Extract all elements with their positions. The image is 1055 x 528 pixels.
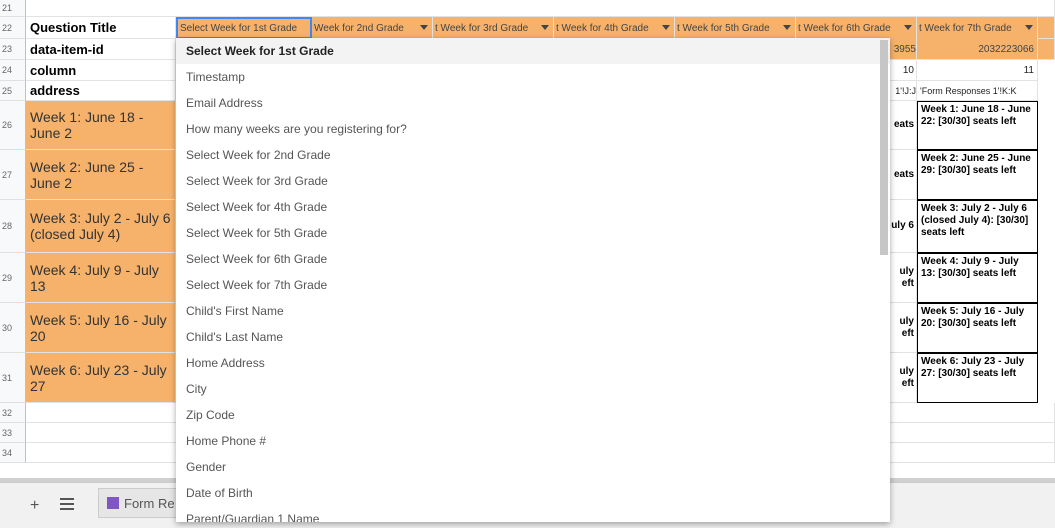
dropdown-arrow-icon[interactable] <box>662 25 670 30</box>
dropdown-item[interactable]: Select Week for 5th Grade <box>176 220 890 246</box>
dropdown-item[interactable]: Email Address <box>176 90 890 116</box>
dropdown-item[interactable]: Child's Last Name <box>176 324 890 350</box>
column-header-grade-2[interactable]: Week for 2nd Grade <box>312 17 433 39</box>
week-row-cell[interactable]: Week 4: July 9 - July 13 <box>26 253 176 303</box>
dropdown-item[interactable]: Select Week for 4th Grade <box>176 194 890 220</box>
column-header-grade-6[interactable]: t Week for 6th Grade <box>796 17 917 39</box>
header-label: Week for 2nd Grade <box>314 22 404 34</box>
dropdown-arrow-icon[interactable] <box>783 25 791 30</box>
row-number[interactable]: 23 <box>0 39 26 60</box>
dropdown-item[interactable]: Select Week for 6th Grade <box>176 246 890 272</box>
dropdown-item[interactable]: Select Week for 2nd Grade <box>176 142 890 168</box>
label-column[interactable]: column <box>26 60 176 81</box>
column-dropdown-menu: Select Week for 1st Grade Timestamp Emai… <box>176 38 890 522</box>
dropdown-item[interactable]: Parent/Guardian 1 Name <box>176 506 890 522</box>
week-seats-cell[interactable]: Week 3: July 2 - July 6 (closed July 4):… <box>917 200 1038 253</box>
header-label: t Week for 7th Grade <box>919 22 1012 34</box>
dropdown-item[interactable]: How many weeks are you registering for? <box>176 116 890 142</box>
week-seats-cell[interactable]: Week 4: July 9 - July 13: [30/30] seats … <box>917 253 1038 303</box>
data-item-id-value[interactable]: 2032223066 <box>917 39 1038 60</box>
row-number[interactable]: 21 <box>0 0 26 17</box>
dropdown-item[interactable]: Gender <box>176 454 890 480</box>
label-data-item-id[interactable]: data-item-id <box>26 39 176 60</box>
form-icon <box>107 497 119 509</box>
week-seats-cell[interactable]: Week 5: July 16 - July 20: [30/30] seats… <box>917 303 1038 353</box>
dropdown-item[interactable]: City <box>176 376 890 402</box>
partial-cell[interactable]: uly eft <box>890 303 917 353</box>
row-number[interactable]: 22 <box>0 17 26 39</box>
partial-cell[interactable]: eats <box>890 101 917 150</box>
address-value-partial[interactable]: 1'!J:J <box>890 81 917 101</box>
dropdown-arrow-icon[interactable] <box>541 25 549 30</box>
header-label: t Week for 5th Grade <box>677 22 770 34</box>
partial-text: eft <box>901 277 914 289</box>
week-row-cell[interactable]: Week 6: July 23 - July 27 <box>26 353 176 403</box>
dropdown-item[interactable]: Zip Code <box>176 402 890 428</box>
row-number[interactable]: 25 <box>0 81 26 101</box>
week-row-cell[interactable]: Week 5: July 16 - July 20 <box>26 303 176 353</box>
column-header-grade-3[interactable]: t Week for 3rd Grade <box>433 17 554 39</box>
dropdown-scrollbar[interactable] <box>880 40 888 255</box>
column-header-grade-4[interactable]: t Week for 4th Grade <box>554 17 675 39</box>
header-label: Select Week for 1st Grade <box>180 22 298 34</box>
dropdown-item[interactable]: Select Week for 3rd Grade <box>176 168 890 194</box>
partial-text: uly <box>899 265 914 277</box>
sheet-tab-label: Form Re <box>124 495 175 511</box>
week-row-cell[interactable]: Week 3: July 2 - July 6 (closed July 4) <box>26 200 176 253</box>
partial-text: uly <box>899 365 914 377</box>
partial-cell[interactable]: uly 6 <box>890 200 917 253</box>
partial-text: uly <box>899 315 914 327</box>
label-question-title[interactable]: Question Title <box>26 17 176 39</box>
row-number[interactable]: 32 <box>0 403 26 423</box>
data-item-id-partial[interactable]: 3955 <box>890 39 917 60</box>
empty-row[interactable] <box>26 0 1055 17</box>
partial-text: eats <box>893 168 914 180</box>
header-label: t Week for 4th Grade <box>556 22 649 34</box>
address-value[interactable]: 'Form Responses 1'!K:K <box>917 81 1038 101</box>
column-header-grade-5[interactable]: t Week for 5th Grade <box>675 17 796 39</box>
partial-text: eats <box>893 119 914 130</box>
dropdown-item[interactable]: Select Week for 7th Grade <box>176 272 890 298</box>
dropdown-item[interactable]: Home Phone # <box>176 428 890 454</box>
week-seats-cell[interactable]: Week 6: July 23 - July 27: [30/30] seats… <box>917 353 1038 403</box>
dropdown-item[interactable]: Child's First Name <box>176 298 890 324</box>
all-sheets-menu-icon[interactable] <box>60 498 74 510</box>
partial-cell[interactable]: eats <box>890 150 917 200</box>
label-address[interactable]: address <box>26 81 176 101</box>
column-value[interactable]: 11 <box>917 60 1038 81</box>
dropdown-item[interactable]: Home Address <box>176 350 890 376</box>
sheet-tab[interactable]: Form Re <box>98 488 188 518</box>
dropdown-arrow-icon[interactable] <box>1025 25 1033 30</box>
row-number[interactable]: 28 <box>0 200 26 253</box>
column-value-partial[interactable]: 10 <box>890 60 917 81</box>
partial-text: eft <box>901 377 914 389</box>
partial-cell[interactable]: uly eft <box>890 253 917 303</box>
row-number[interactable]: 31 <box>0 353 26 403</box>
week-seats-cell[interactable]: Week 2: June 25 - June 29: [30/30] seats… <box>917 150 1038 200</box>
header-label: t Week for 3rd Grade <box>435 22 529 34</box>
header-label: t Week for 6th Grade <box>798 22 891 34</box>
dropdown-item[interactable]: Select Week for 1st Grade <box>176 38 890 64</box>
column-header-grade-7[interactable]: t Week for 7th Grade <box>917 17 1038 39</box>
dropdown-arrow-icon[interactable] <box>904 25 912 30</box>
row-number[interactable]: 24 <box>0 60 26 81</box>
partial-text: eft <box>901 327 914 339</box>
row-number[interactable]: 34 <box>0 443 26 463</box>
dropdown-item[interactable]: Date of Birth <box>176 480 890 506</box>
header-filler <box>1038 17 1055 39</box>
column-header-grade-1[interactable]: Select Week for 1st Grade <box>176 17 312 39</box>
row-number[interactable]: 26 <box>0 101 26 150</box>
partial-cell[interactable]: uly eft <box>890 353 917 403</box>
add-sheet-button[interactable]: + <box>30 497 39 515</box>
week-seats-cell[interactable]: Week 1: June 18 - June 22: [30/30] seats… <box>917 101 1038 150</box>
row-number[interactable]: 29 <box>0 253 26 303</box>
week-row-cell[interactable]: Week 1: June 18 - June 2 <box>26 101 176 150</box>
partial-text: uly 6 <box>891 220 914 231</box>
row-number[interactable]: 33 <box>0 423 26 443</box>
dropdown-arrow-icon[interactable] <box>420 25 428 30</box>
week-row-cell[interactable]: Week 2: June 25 - June 2 <box>26 150 176 200</box>
row-number[interactable]: 30 <box>0 303 26 353</box>
dropdown-item[interactable]: Timestamp <box>176 64 890 90</box>
row-number[interactable]: 27 <box>0 150 26 200</box>
